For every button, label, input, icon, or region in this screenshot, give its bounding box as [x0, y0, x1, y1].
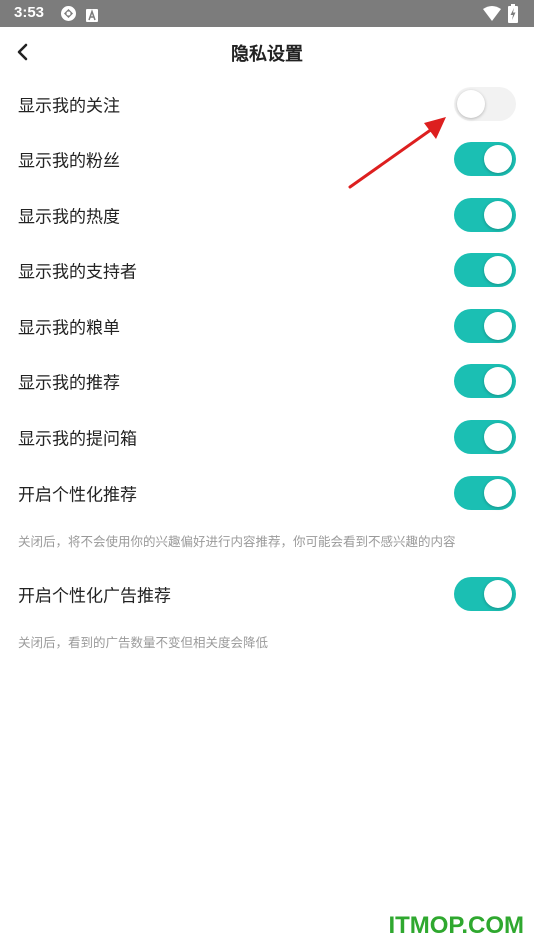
setting-row-show-question-box: 显示我的提问箱: [0, 409, 534, 465]
toggle-knob: [484, 201, 512, 229]
setting-label: 开启个性化推荐: [18, 485, 137, 506]
annotation-arrow-icon: [348, 117, 446, 189]
setting-label: 显示我的粮单: [18, 318, 120, 339]
toggle-switch[interactable]: [454, 198, 516, 232]
status-bar: 3:53: [0, 0, 534, 27]
toggle-knob: [484, 367, 512, 395]
setting-row-show-list: 显示我的粮单: [0, 298, 534, 354]
setting-label: 开启个性化广告推荐: [18, 586, 171, 607]
setting-row-personalized-ads: 开启个性化广告推荐: [0, 566, 534, 622]
status-time: 3:53: [14, 4, 45, 21]
toggle-knob: [484, 312, 512, 340]
watermark: ITMOP.COM: [388, 912, 524, 939]
setting-row-show-supporters: 显示我的支持者: [0, 242, 534, 298]
setting-label: 显示我的支持者: [18, 262, 137, 283]
toggle-switch[interactable]: [454, 253, 516, 287]
setting-note: 关闭后，看到的广告数量不变但相关度会降低: [18, 635, 269, 650]
toggle-knob: [457, 90, 485, 118]
setting-label: 显示我的关注: [18, 96, 120, 117]
setting-label: 显示我的推荐: [18, 373, 120, 394]
toggle-switch[interactable]: [454, 420, 516, 454]
toggle-switch[interactable]: [454, 142, 516, 176]
toggle-switch[interactable]: [454, 364, 516, 398]
toggle-switch[interactable]: [454, 309, 516, 343]
toggle-knob: [484, 145, 512, 173]
setting-row-show-heat: 显示我的热度: [0, 187, 534, 243]
toggle-switch[interactable]: [454, 476, 516, 510]
setting-row-show-recommend: 显示我的推荐: [0, 353, 534, 409]
sync-icon: [60, 5, 77, 26]
toggle-switch[interactable]: [454, 577, 516, 611]
setting-row-personalized-recommend: 开启个性化推荐: [0, 465, 534, 521]
toggle-switch[interactable]: [454, 87, 516, 121]
setting-note: 关闭后，将不会使用你的兴趣偏好进行内容推荐，你可能会看到不感兴趣的内容: [18, 534, 456, 549]
page-title: 隐私设置: [231, 44, 303, 65]
toggle-knob: [484, 423, 512, 451]
battery-charging-icon: [508, 4, 518, 27]
setting-label: 显示我的提问箱: [18, 429, 137, 450]
toggle-knob: [484, 580, 512, 608]
setting-label: 显示我的热度: [18, 207, 120, 228]
header: 隐私设置: [0, 27, 534, 77]
wifi-icon: [483, 6, 501, 25]
toggle-knob: [484, 256, 512, 284]
setting-label: 显示我的粉丝: [18, 151, 120, 172]
toggle-knob: [484, 479, 512, 507]
font-a-icon: [86, 7, 98, 26]
